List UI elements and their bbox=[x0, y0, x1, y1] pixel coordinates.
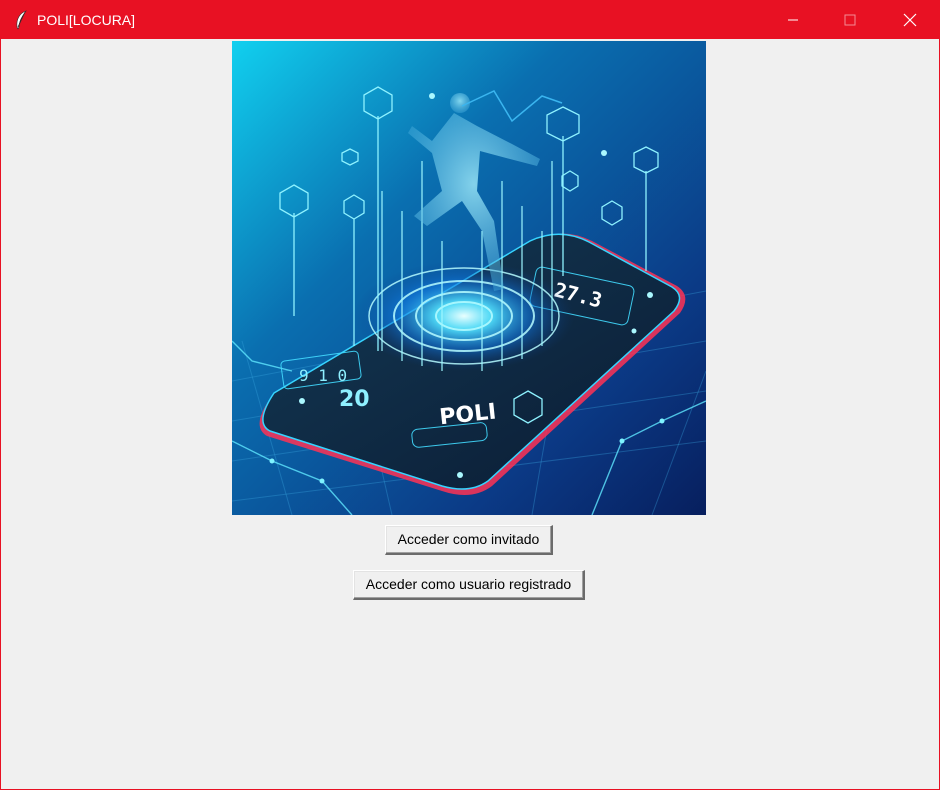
title-bar[interactable]: POLI[LOCURA] bbox=[1, 1, 939, 39]
minimize-icon bbox=[788, 19, 798, 21]
maximize-button[interactable] bbox=[827, 1, 873, 39]
maximize-icon bbox=[844, 14, 856, 26]
window-title: POLI[LOCURA] bbox=[37, 12, 136, 28]
app-window: POLI[LOCURA] 9 1 0 20 27.3 POLI Acceder … bbox=[0, 0, 940, 790]
close-button[interactable] bbox=[887, 1, 933, 39]
feather-icon bbox=[16, 10, 27, 30]
hero-illustration: 9 1 0 20 27.3 POLI bbox=[232, 41, 706, 515]
close-icon bbox=[903, 13, 917, 27]
phone-display-left: 9 1 0 bbox=[299, 366, 347, 385]
guest-access-button[interactable]: Acceder como invitado bbox=[385, 525, 553, 555]
hero-image: 9 1 0 20 27.3 POLI bbox=[232, 41, 706, 515]
minimize-button[interactable] bbox=[770, 1, 816, 39]
phone-display-number: 20 bbox=[339, 387, 370, 412]
registered-access-button[interactable]: Acceder como usuario registrado bbox=[353, 570, 585, 600]
